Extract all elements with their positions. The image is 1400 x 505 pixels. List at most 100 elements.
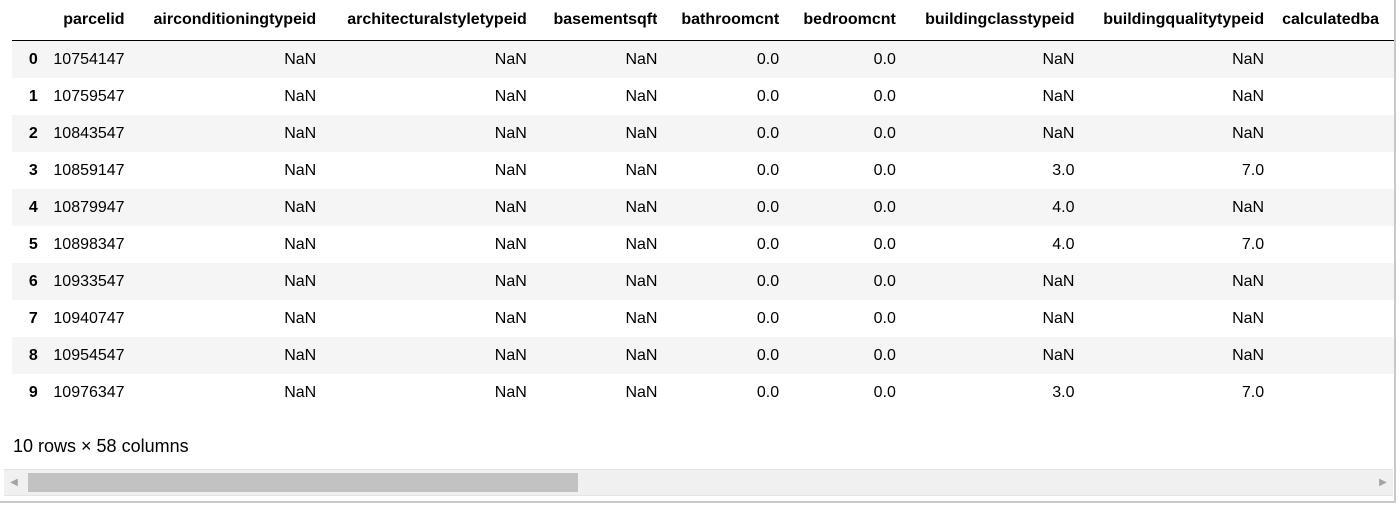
row-index: 6 (28, 272, 38, 290)
table-cell: NaN (284, 161, 317, 179)
table-cell: 0.0 (756, 198, 780, 216)
table-cell: NaN (625, 272, 658, 290)
table-cell: NaN (284, 383, 317, 401)
table-cell: NaN (1232, 272, 1265, 290)
row-index: 1 (28, 87, 38, 105)
table-cell: 0.0 (873, 383, 896, 401)
table-cell: NaN (625, 198, 658, 216)
table-cell: NaN (1042, 124, 1075, 142)
column-header: calculatedba (1264, 0, 1394, 41)
table-cell: 0.0 (756, 346, 780, 364)
table-cell: 0.0 (873, 124, 896, 142)
table-cell: 3.0 (1052, 383, 1075, 401)
table-cell: NaN (1042, 309, 1075, 327)
table-cell (1264, 41, 1394, 79)
table-cell: NaN (494, 383, 527, 401)
table-cell: 10898347 (53, 235, 125, 253)
column-header: airconditioningtypeid (124, 0, 317, 41)
table-cell: NaN (1042, 272, 1075, 290)
table-cell (1264, 300, 1394, 337)
row-index: 9 (28, 383, 38, 401)
table-row: 9 10976347 NaN NaN NaN 0.0 0.0 3.0 7.0 (12, 374, 1394, 411)
table-cell: 0.0 (873, 87, 896, 105)
scroll-left-arrow[interactable]: ◀ (4, 470, 24, 495)
table-cell: NaN (284, 50, 317, 68)
table-cell: NaN (494, 346, 527, 364)
table-cell: NaN (1232, 50, 1265, 68)
table-cell: 7.0 (1241, 383, 1265, 401)
table-row: 0 10754147 NaN NaN NaN 0.0 0.0 NaN NaN (12, 40, 1394, 79)
table-cell: NaN (625, 124, 658, 142)
table-cell: NaN (494, 198, 527, 216)
triangle-right-icon: ▶ (1379, 477, 1387, 488)
table-cell (1264, 152, 1394, 189)
table-cell: NaN (494, 272, 527, 290)
table-row: 1 10759547 NaN NaN NaN 0.0 0.0 NaN NaN (12, 78, 1394, 115)
table-cell: 0.0 (756, 309, 780, 327)
row-index: 8 (28, 346, 38, 364)
table-cell (1264, 115, 1394, 152)
dataframe-shape-label: 10 rows × 58 columns (13, 436, 189, 456)
table-cell: 0.0 (873, 272, 896, 290)
table-cell: NaN (1232, 198, 1265, 216)
table-cell: NaN (625, 346, 658, 364)
row-index: 2 (28, 124, 38, 142)
table-cell: NaN (494, 87, 527, 105)
table-cell (1264, 226, 1394, 263)
table-cell: NaN (1042, 50, 1075, 68)
table-cell: 3.0 (1052, 161, 1075, 179)
column-header: bathroomcnt (657, 0, 780, 41)
table-cell: NaN (284, 309, 317, 327)
table-cell: NaN (494, 309, 527, 327)
table-cell: 0.0 (873, 161, 896, 179)
table-cell: 4.0 (1052, 198, 1075, 216)
triangle-left-icon: ◀ (10, 477, 18, 488)
table-cell: 10940747 (53, 309, 125, 327)
horizontal-scrollbar[interactable]: ◀ ▶ (4, 469, 1393, 496)
table-cell: 0.0 (873, 309, 896, 327)
table-cell: 0.0 (756, 383, 780, 401)
header-row: parcelid airconditioningtypeid architect… (12, 0, 1394, 41)
column-header: basementsqft (526, 0, 658, 41)
table-cell: NaN (1042, 87, 1075, 105)
table-cell: NaN (625, 309, 658, 327)
table-row: 2 10843547 NaN NaN NaN 0.0 0.0 NaN NaN (12, 115, 1394, 152)
index-header (12, 0, 38, 41)
table-cell: 10759547 (53, 87, 125, 105)
table-cell: 10843547 (53, 124, 125, 142)
scrollbar-thumb[interactable] (28, 473, 578, 492)
table-cell: NaN (284, 235, 317, 253)
table-cell: NaN (1232, 309, 1265, 327)
table-cell: NaN (625, 50, 658, 68)
table-cell: 10754147 (53, 50, 125, 68)
table-cell: 0.0 (756, 161, 780, 179)
row-index: 5 (28, 235, 38, 253)
scroll-right-arrow[interactable]: ▶ (1373, 470, 1393, 495)
table-cell: 0.0 (756, 272, 780, 290)
table-cell: 0.0 (873, 346, 896, 364)
table-cell: 10933547 (53, 272, 125, 290)
row-index: 3 (28, 161, 38, 179)
table-cell: 0.0 (756, 87, 780, 105)
table-cell: 0.0 (756, 124, 780, 142)
table-cell: 0.0 (873, 198, 896, 216)
table-cell: NaN (625, 87, 658, 105)
table-cell: 7.0 (1241, 235, 1265, 253)
table-row: 8 10954547 NaN NaN NaN 0.0 0.0 NaN NaN (12, 337, 1394, 374)
table-cell: NaN (284, 87, 317, 105)
table-cell: 10879947 (53, 198, 125, 216)
table-cell: NaN (625, 235, 658, 253)
table-cell: 10976347 (53, 383, 125, 401)
table-cell (1264, 189, 1394, 226)
table-row: 4 10879947 NaN NaN NaN 0.0 0.0 4.0 NaN (12, 189, 1394, 226)
dataframe-output: parcelid airconditioningtypeid architect… (0, 0, 1396, 503)
column-header: bedroomcnt (779, 0, 896, 41)
column-header: parcelid (37, 0, 125, 41)
table-row: 6 10933547 NaN NaN NaN 0.0 0.0 NaN NaN (12, 263, 1394, 300)
row-index: 0 (28, 50, 38, 68)
table-cell: NaN (494, 124, 527, 142)
column-header: buildingclasstypeid (895, 0, 1075, 41)
table-cell: NaN (625, 161, 658, 179)
table-cell: NaN (284, 198, 317, 216)
column-header: buildingqualitytypeid (1074, 0, 1265, 41)
